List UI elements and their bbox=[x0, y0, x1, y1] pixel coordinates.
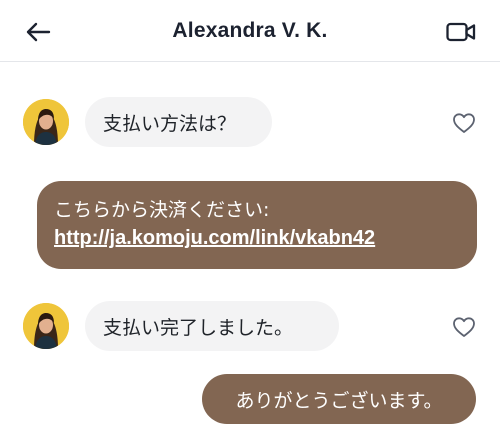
chat-screen: Alexandra V. K. 支払い方法は？ こちらから決済ください: htt… bbox=[0, 0, 500, 429]
heart-icon bbox=[453, 317, 475, 337]
like-button[interactable] bbox=[451, 315, 477, 339]
avatar-image bbox=[23, 303, 69, 349]
avatar-image bbox=[23, 99, 69, 145]
arrow-left-icon bbox=[26, 22, 51, 42]
message-text: ありがとうございます。 bbox=[235, 389, 443, 412]
incoming-message-bubble[interactable]: 支払い完了しました。 bbox=[85, 301, 339, 351]
chat-header: Alexandra V. K. bbox=[0, 0, 500, 62]
video-camera-icon bbox=[446, 22, 476, 42]
user-avatar[interactable] bbox=[23, 303, 69, 349]
contact-name: Alexandra V. K. bbox=[172, 18, 328, 42]
user-avatar[interactable] bbox=[23, 99, 69, 145]
outgoing-message-bubble[interactable]: こちらから決済ください: http://ja.komoju.com/link/v… bbox=[37, 181, 477, 269]
message-text: こちらから決済ください: bbox=[54, 199, 270, 221]
payment-link[interactable]: http://ja.komoju.com/link/vkabn42 bbox=[54, 224, 459, 252]
heart-icon bbox=[453, 113, 475, 133]
message-text: 支払い完了しました。 bbox=[103, 316, 294, 339]
back-button[interactable] bbox=[22, 16, 54, 48]
incoming-message-bubble[interactable]: 支払い方法は？ bbox=[85, 97, 272, 147]
video-call-button[interactable] bbox=[444, 16, 478, 48]
outgoing-message-bubble[interactable]: ありがとうございます。 bbox=[202, 374, 476, 424]
like-button[interactable] bbox=[451, 111, 477, 135]
message-text: 支払い方法は？ bbox=[103, 112, 237, 135]
